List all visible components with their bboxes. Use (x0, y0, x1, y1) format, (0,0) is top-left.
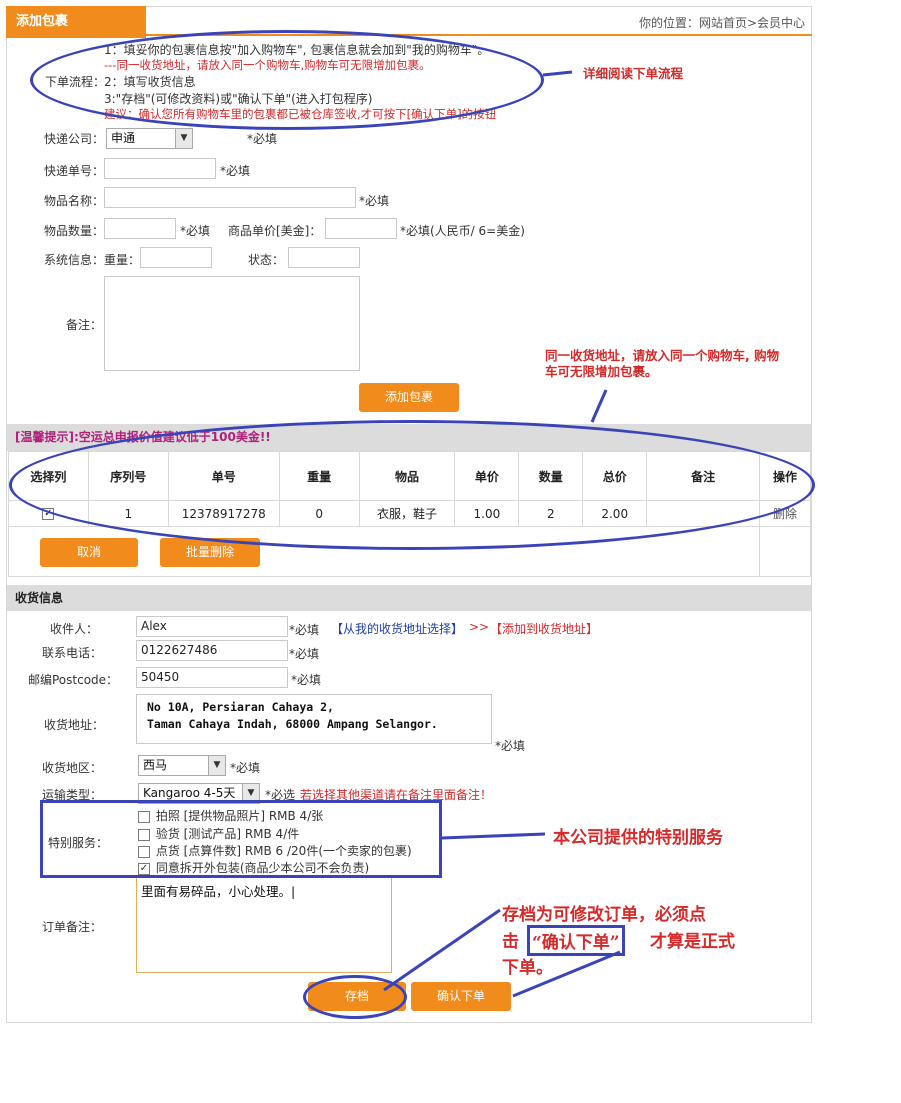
cart-annotation-line-2: 车可无限增加包裹。 (545, 364, 658, 379)
chevron-down-icon: ▼ (175, 129, 192, 148)
save-annotation-line-1: 存档为可修改订单，必须点 (502, 905, 706, 925)
postcode-required: *必填 (291, 673, 322, 687)
page-title: 添加包裹 (6, 6, 146, 38)
ship-type-value: Kangaroo 4-5天 (143, 786, 236, 800)
save-annotation-line-3: 下单。 (502, 958, 553, 978)
status-label: 状态： (248, 253, 285, 267)
region-label: 收货地区： (42, 761, 103, 775)
qty-label: 物品数量： (44, 224, 105, 238)
recipient-input[interactable]: Alex (136, 616, 288, 637)
save-annotation-ellipse (303, 975, 407, 1019)
phone-label: 联系电话： (42, 646, 103, 660)
chevron-down-icon: ▼ (208, 756, 225, 775)
courier-label: 快递公司： (44, 132, 105, 146)
weight-input[interactable] (140, 247, 212, 268)
region-value: 西马 (143, 758, 168, 772)
address-line-1: No 10A, Persiaran Cahaya 2, (147, 700, 334, 714)
region-required: *必填 (230, 761, 261, 775)
address-required: *必填 (495, 739, 526, 753)
item-name-required: *必填 (359, 194, 390, 208)
cancel-button[interactable]: 取消 (40, 538, 138, 567)
flow-annotation-text: 详细阅读下单流程 (583, 66, 684, 81)
recipient-required: *必填 (289, 623, 320, 637)
qty-input[interactable] (104, 218, 176, 239)
remark-label: 备注： (66, 318, 103, 332)
add-address-link[interactable]: 【添加到收货地址】 (490, 620, 598, 637)
courier-required: *必填 (247, 132, 278, 146)
sysinfo-weight-label: 系统信息：重量： (44, 253, 141, 267)
phone-input[interactable]: 0122627486 (136, 640, 288, 661)
tracking-label: 快递单号： (44, 164, 105, 178)
status-input[interactable] (288, 247, 360, 268)
save-annotation-line-2b: 才算是正式 (650, 932, 735, 952)
price-input[interactable] (325, 218, 397, 239)
remark-textarea[interactable] (104, 276, 360, 371)
postcode-input[interactable]: 50450 (136, 667, 288, 688)
service-annotation-box (40, 800, 442, 878)
address-label: 收货地址： (44, 718, 105, 732)
qty-required: *必填 (180, 224, 211, 238)
address-textarea[interactable]: No 10A, Persiaran Cahaya 2, Taman Cahaya… (136, 694, 492, 744)
price-required: *必填(人民币/ 6=美金) (400, 224, 525, 238)
courier-value: 申通 (111, 131, 136, 145)
address-line-2: Taman Cahaya Indah, 68000 Ampang Selango… (147, 717, 438, 731)
courier-select[interactable]: 申通 ▼ (106, 128, 193, 149)
flow-annotation-ellipse (30, 30, 544, 130)
save-annotation-highlight: “确认下单” (527, 925, 625, 956)
tracking-required: *必填 (220, 164, 251, 178)
postcode-label: 邮编Postcode： (28, 673, 119, 687)
price-label: 商品单价[美金]： (228, 224, 322, 238)
save-annotation-line-2a: 击 (502, 932, 519, 952)
order-note-textarea[interactable]: 里面有易碎品，小心处理。| (136, 876, 392, 973)
item-name-input[interactable] (104, 187, 356, 208)
service-annotation-text: 本公司提供的特别服务 (553, 828, 723, 848)
address-arrows: >> (469, 620, 490, 634)
region-select[interactable]: 西马 ▼ (138, 755, 226, 776)
add-package-button[interactable]: 添加包裹 (359, 383, 459, 412)
pick-address-link[interactable]: 【从我的收货地址选择】 (331, 620, 463, 637)
recipient-label: 收件人： (50, 622, 99, 636)
order-note-label: 订单备注： (42, 920, 103, 934)
confirm-order-button[interactable]: 确认下单 (411, 982, 511, 1011)
tracking-input[interactable] (104, 158, 216, 179)
phone-required: *必填 (289, 647, 320, 661)
order-note-text: 里面有易碎品，小心处理。| (141, 884, 296, 899)
item-name-label: 物品名称： (44, 194, 105, 208)
breadcrumb[interactable]: 你的位置：网站首页>会员中心 (639, 14, 805, 31)
cart-annotation-ellipse (9, 420, 815, 550)
shipping-section-title: 收货信息 (7, 585, 811, 611)
